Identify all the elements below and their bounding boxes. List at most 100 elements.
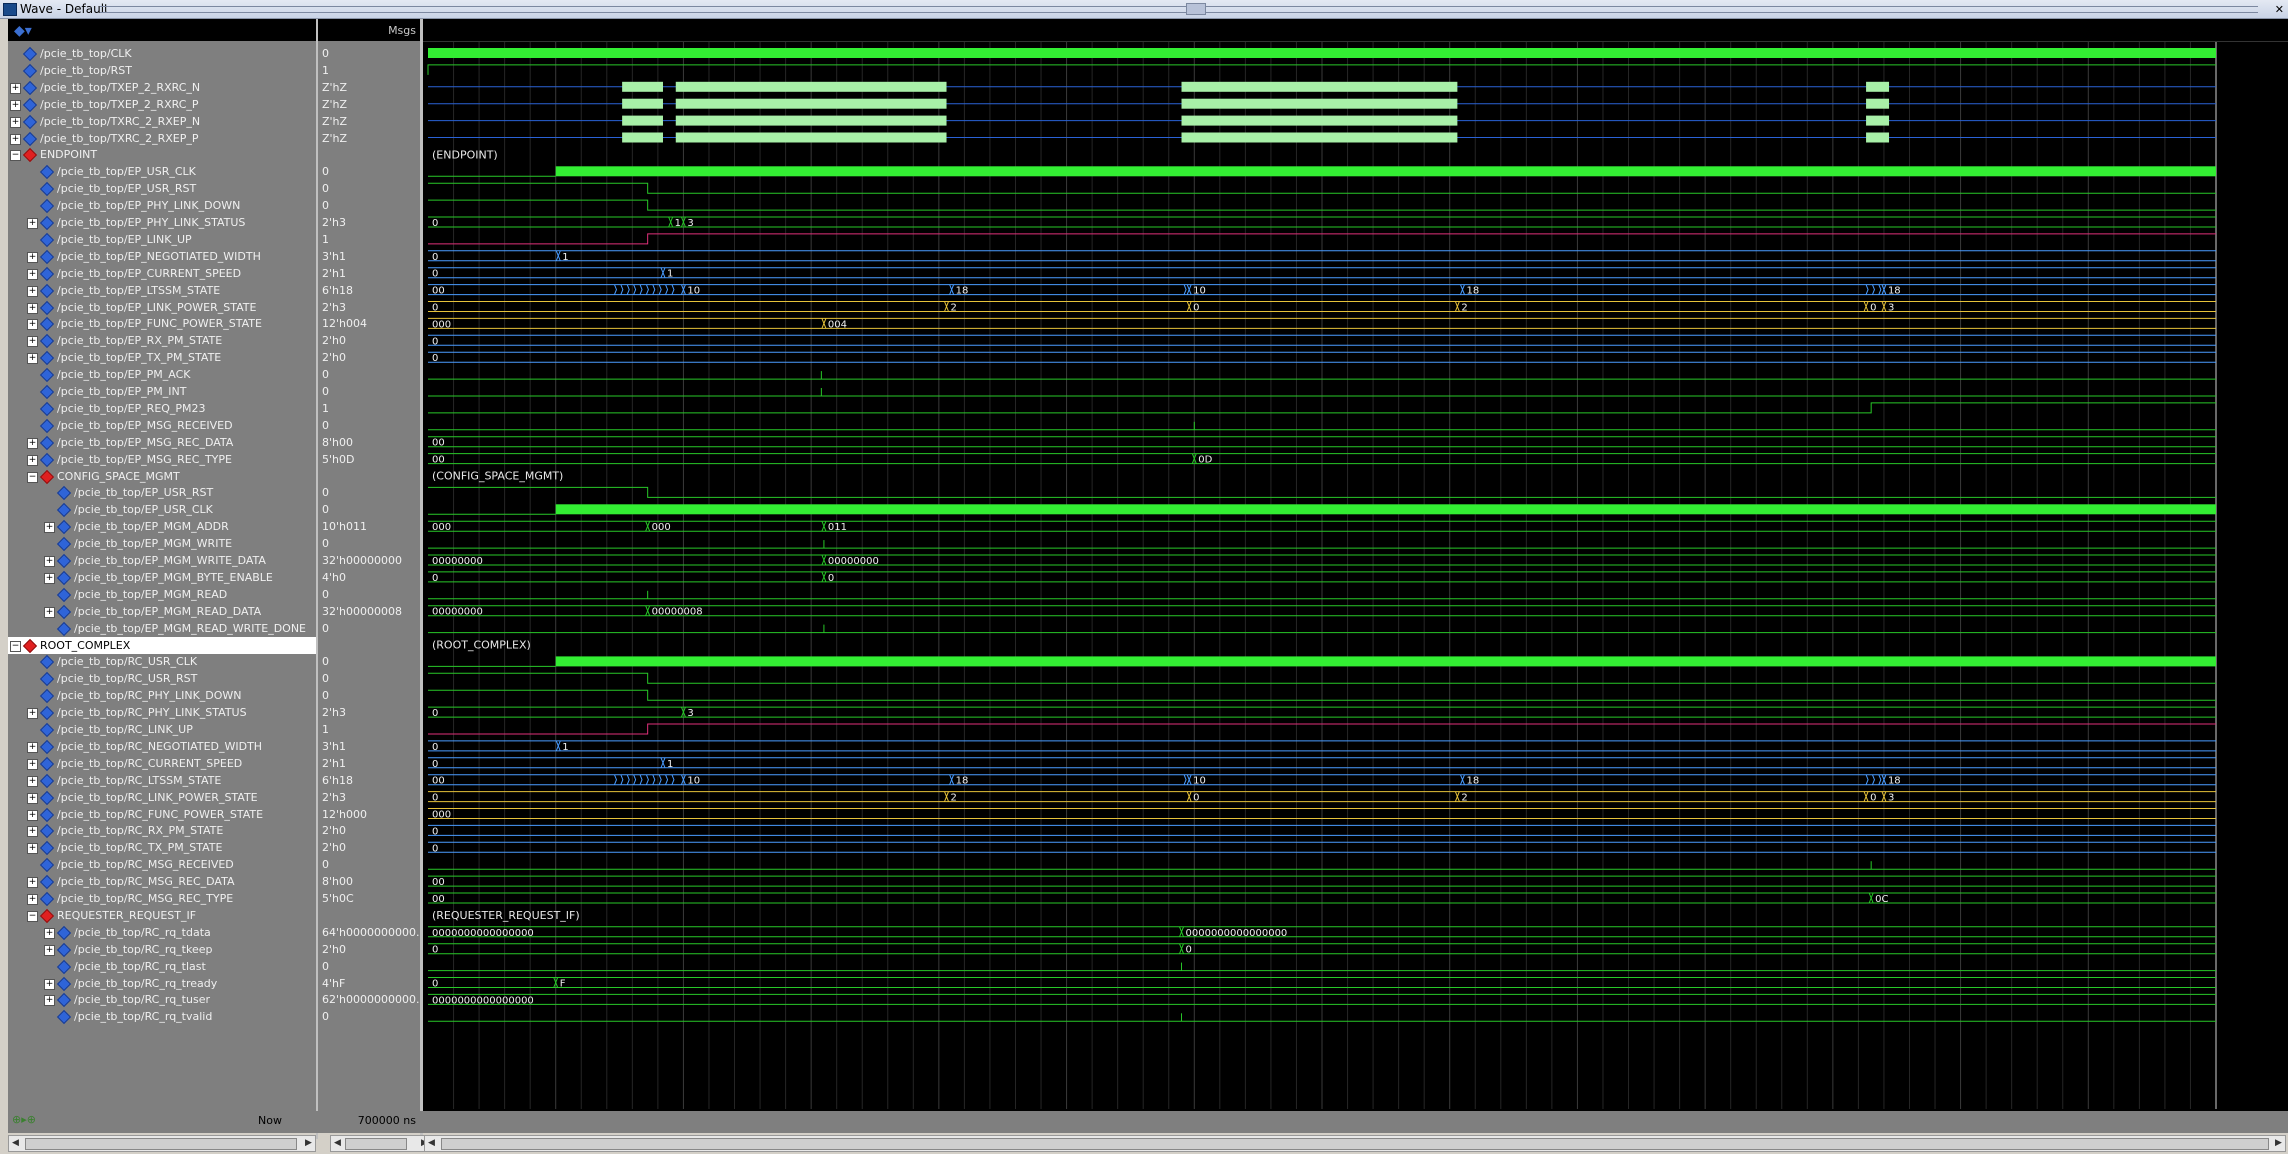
expand-plus-icon[interactable]: + — [27, 353, 38, 365]
collapse-minus-icon[interactable]: − — [10, 150, 21, 162]
window-titlebar[interactable]: Wave - Default ✕ — [0, 0, 2288, 19]
expand-plus-icon[interactable]: + — [27, 792, 38, 804]
signal-row[interactable]: + /pcie_tb_top/RC_rq_tkeep — [8, 941, 316, 958]
signal-row[interactable]: /pcie_tb_top/RC_MSG_RECEIVED — [8, 856, 316, 873]
expand-plus-icon[interactable]: + — [44, 944, 55, 956]
signal-row[interactable]: /pcie_tb_top/RC_USR_CLK — [8, 653, 316, 670]
signal-row[interactable]: /pcie_tb_top/RC_PHY_LINK_DOWN — [8, 687, 316, 704]
signal-row[interactable]: /pcie_tb_top/EP_USR_RST — [8, 180, 316, 197]
scroll-thumb[interactable] — [345, 1138, 407, 1150]
signal-row[interactable]: + /pcie_tb_top/RC_RX_PM_STATE — [8, 822, 316, 839]
expand-plus-icon[interactable]: + — [44, 978, 55, 990]
expand-plus-icon[interactable]: + — [44, 995, 55, 1007]
expand-plus-icon[interactable]: + — [27, 319, 38, 331]
expand-plus-icon[interactable]: + — [44, 556, 55, 567]
signal-row[interactable]: + /pcie_tb_top/TXRC_2_RXEP_P — [8, 130, 316, 147]
close-icon[interactable]: ✕ — [2275, 3, 2284, 16]
signal-row[interactable]: + /pcie_tb_top/RC_LTSSM_STATE — [8, 772, 316, 789]
signal-row[interactable]: /pcie_tb_top/RC_rq_tlast — [8, 958, 316, 975]
signal-row[interactable]: /pcie_tb_top/EP_MSG_RECEIVED — [8, 417, 316, 434]
signal-row[interactable]: + /pcie_tb_top/RC_rq_tready — [8, 975, 316, 992]
signal-row[interactable]: /pcie_tb_top/EP_LINK_UP — [8, 231, 316, 248]
signal-group-row[interactable]: − ROOT_COMPLEX — [8, 636, 316, 654]
signal-row[interactable]: + /pcie_tb_top/TXRC_2_RXEP_N — [8, 113, 316, 130]
expand-plus-icon[interactable]: + — [27, 741, 38, 753]
signal-group-row[interactable]: − ENDPOINT — [8, 146, 316, 163]
name-pane-scrollbar[interactable]: ◀ ▶ — [8, 1135, 316, 1152]
expand-plus-icon[interactable]: + — [27, 877, 38, 889]
scroll-left-icon[interactable]: ◀ — [331, 1136, 344, 1151]
signal-row[interactable]: /pcie_tb_top/EP_USR_CLK — [8, 501, 316, 518]
signal-row[interactable]: /pcie_tb_top/EP_PHY_LINK_DOWN — [8, 197, 316, 214]
expand-plus-icon[interactable]: + — [27, 251, 38, 263]
signal-row[interactable]: + /pcie_tb_top/EP_LINK_POWER_STATE — [8, 299, 316, 316]
signal-row[interactable]: /pcie_tb_top/EP_MGM_READ_WRITE_DONE — [8, 620, 316, 637]
signal-row[interactable]: + /pcie_tb_top/EP_MGM_READ_DATA — [8, 603, 316, 620]
signal-row[interactable]: + /pcie_tb_top/EP_CURRENT_SPEED — [8, 265, 316, 282]
signal-row[interactable]: /pcie_tb_top/EP_USR_CLK — [8, 163, 316, 180]
expand-plus-icon[interactable]: + — [27, 826, 38, 838]
signal-name-pane[interactable]: ◆▾ /pcie_tb_top/CLK/pcie_tb_top/RST + /pci… — [8, 19, 316, 1119]
signal-row[interactable]: + /pcie_tb_top/RC_TX_PM_STATE — [8, 839, 316, 856]
expand-plus-icon[interactable]: + — [44, 927, 55, 939]
expand-plus-icon[interactable]: + — [27, 809, 38, 821]
expand-plus-icon[interactable]: + — [10, 116, 21, 128]
signal-row[interactable]: + /pcie_tb_top/EP_NEGOTIATED_WIDTH — [8, 248, 316, 265]
signal-row[interactable]: + /pcie_tb_top/EP_FUNC_POWER_STATE — [8, 315, 316, 332]
signal-row[interactable]: + /pcie_tb_top/TXEP_2_RXRC_P — [8, 96, 316, 113]
signal-row[interactable]: /pcie_tb_top/RC_USR_RST — [8, 670, 316, 687]
expand-plus-icon[interactable]: + — [27, 843, 38, 855]
cursor-tools-icon[interactable]: ⊕▸⊕ — [12, 1113, 36, 1126]
signal-row[interactable]: + /pcie_tb_top/TXEP_2_RXRC_N — [8, 79, 316, 96]
waveform-pane[interactable]: (ENDPOINT) 0 1 3 0 1 0 1 00 10 18 10 18 18 0 2 0 2 0 3 000 00… — [423, 19, 2288, 1131]
signal-row[interactable]: + /pcie_tb_top/RC_MSG_REC_TYPE — [8, 890, 316, 907]
signal-row[interactable]: /pcie_tb_top/RST — [8, 62, 316, 79]
expand-plus-icon[interactable]: + — [27, 894, 38, 905]
expand-plus-icon[interactable]: + — [44, 522, 55, 534]
collapse-minus-icon[interactable]: − — [10, 640, 21, 652]
signal-row[interactable]: + /pcie_tb_top/EP_RX_PM_STATE — [8, 332, 316, 349]
signal-row[interactable]: + /pcie_tb_top/EP_TX_PM_STATE — [8, 349, 316, 366]
collapse-minus-icon[interactable]: − — [27, 910, 38, 922]
signal-row[interactable]: /pcie_tb_top/EP_MGM_WRITE — [8, 535, 316, 552]
signal-row[interactable]: + /pcie_tb_top/EP_LTSSM_STATE — [8, 282, 316, 299]
signal-row[interactable]: + /pcie_tb_top/EP_MGM_BYTE_ENABLE — [8, 569, 316, 586]
signal-row[interactable]: + /pcie_tb_top/RC_CURRENT_SPEED — [8, 755, 316, 772]
waveform-scrollbar[interactable]: ◀ ▶ — [424, 1135, 2286, 1152]
signal-row[interactable]: + /pcie_tb_top/RC_FUNC_POWER_STATE — [8, 806, 316, 823]
signal-row[interactable]: /pcie_tb_top/EP_PM_INT — [8, 383, 316, 400]
signal-row[interactable]: + /pcie_tb_top/EP_MSG_REC_DATA — [8, 434, 316, 451]
expand-plus-icon[interactable]: + — [27, 437, 38, 449]
signal-row[interactable]: + /pcie_tb_top/RC_LINK_POWER_STATE — [8, 789, 316, 806]
expand-plus-icon[interactable]: + — [10, 133, 21, 145]
signal-group-row[interactable]: − REQUESTER_REQUEST_IF — [8, 907, 316, 924]
signal-row[interactable]: + /pcie_tb_top/RC_rq_tuser — [8, 991, 316, 1008]
signal-row[interactable]: + /pcie_tb_top/EP_MSG_REC_TYPE — [8, 451, 316, 468]
expand-plus-icon[interactable]: + — [27, 775, 38, 787]
signal-row[interactable]: + /pcie_tb_top/RC_NEGOTIATED_WIDTH — [8, 738, 316, 755]
expand-plus-icon[interactable]: + — [27, 336, 38, 348]
expand-plus-icon[interactable]: + — [27, 218, 38, 229]
expand-plus-icon[interactable]: + — [44, 572, 55, 584]
signal-row[interactable]: /pcie_tb_top/RC_rq_tvalid — [8, 1008, 316, 1025]
value-pane-scrollbar[interactable]: ◀ ▶ — [330, 1135, 432, 1152]
expand-plus-icon[interactable]: + — [27, 708, 38, 720]
expand-plus-icon[interactable]: + — [10, 82, 21, 94]
signal-row[interactable]: /pcie_tb_top/EP_REQ_PM23 — [8, 400, 316, 417]
signal-row[interactable]: /pcie_tb_top/CLK — [8, 45, 316, 62]
wave-toolbar-dropdown-icon[interactable]: ◆▾ — [14, 23, 32, 39]
signal-value-pane[interactable]: Msgs 0 1 Z'hZ Z'hZ Z'hZ Z'hZ 0 0 0 2'h3 1 3'h1 2'h1 6… — [318, 19, 426, 1119]
signal-row[interactable]: + /pcie_tb_top/EP_MGM_ADDR — [8, 518, 316, 535]
signal-group-row[interactable]: − CONFIG_SPACE_MGMT — [8, 468, 316, 485]
scroll-thumb[interactable] — [441, 1138, 2269, 1150]
signal-row[interactable]: + /pcie_tb_top/RC_MSG_REC_DATA — [8, 873, 316, 890]
signal-row[interactable]: + /pcie_tb_top/RC_rq_tdata — [8, 924, 316, 941]
scroll-right-icon[interactable]: ▶ — [302, 1136, 315, 1151]
expand-plus-icon[interactable]: + — [44, 606, 55, 618]
signal-row[interactable]: /pcie_tb_top/EP_MGM_READ — [8, 586, 316, 603]
expand-plus-icon[interactable]: + — [27, 302, 38, 314]
scroll-left-icon[interactable]: ◀ — [9, 1136, 22, 1151]
signal-row[interactable]: + /pcie_tb_top/RC_PHY_LINK_STATUS — [8, 704, 316, 721]
expand-plus-icon[interactable]: + — [27, 268, 38, 280]
waveform-canvas[interactable]: (ENDPOINT)0 1 30 10 100 10 18 10 18 180 2 0 2 0 3000 00… — [423, 19, 2288, 1131]
